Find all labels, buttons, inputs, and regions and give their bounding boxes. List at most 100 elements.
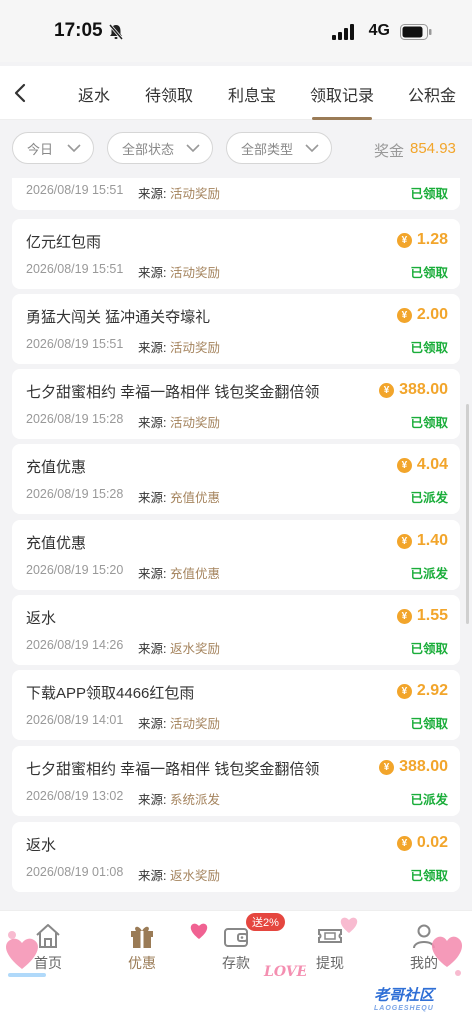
watermark-subtext: LAOGESHEQU — [374, 1005, 434, 1012]
record-card: 七夕甜蜜相约 幸福一路相伴 钱包奖金翻倍领 ¥388.00 2026/08/19… — [12, 746, 460, 816]
type-filter-label: 全部类型 — [241, 141, 294, 157]
back-arrow-icon[interactable] — [10, 81, 32, 105]
record-source-label: 来源: — [138, 642, 167, 656]
deposit-badge: 送2% — [246, 913, 285, 931]
record-title: 充值优惠 — [26, 535, 87, 552]
svg-text:LOVE: LOVE — [263, 964, 306, 980]
network-type: 4G — [368, 22, 390, 39]
record-source-label: 来源: — [138, 567, 167, 581]
record-date: 2026/08/19 15:51 — [26, 262, 124, 276]
watermark-logo: 老哥社区 LAOGESHEQU — [374, 984, 434, 1012]
record-status: 已领取 — [410, 717, 448, 731]
record-source-label: 来源: — [138, 266, 167, 280]
tab-pending[interactable]: 待领取 — [145, 82, 193, 106]
record-amount: ¥0.02 — [396, 834, 448, 852]
record-amount-value: 0.02 — [416, 834, 448, 851]
heart-decoration-icon — [6, 931, 46, 977]
watermark-text: 老哥社区 — [374, 987, 435, 1004]
record-card: 充值优惠 ¥4.04 2026/08/19 15:28 来源: 充值优惠 已派发 — [12, 444, 460, 514]
record-amount-value: 388.00 — [399, 381, 448, 398]
record-date: 2026/08/19 15:51 — [26, 337, 124, 351]
record-status: 已派发 — [410, 491, 448, 505]
status-filter[interactable]: 全部状态 — [107, 132, 213, 164]
filter-bar: 今日 全部状态 全部类型 奖金 854.93 — [0, 120, 472, 178]
record-title: 充值优惠 — [26, 459, 87, 476]
love-sticker-icon: LOVE — [263, 964, 306, 980]
record-status: 已领取 — [410, 642, 448, 656]
record-card: 充值优惠 ¥1.40 2026/08/19 15:20 来源: 充值优惠 已派发 — [12, 520, 460, 590]
record-source: 充值优惠 — [170, 491, 221, 505]
bonus-label: 奖金 — [374, 143, 405, 160]
record-source-label: 来源: — [138, 341, 167, 355]
record-date: 2026/08/19 15:51 — [26, 183, 124, 197]
record-status: 已领取 — [410, 187, 448, 201]
coin-icon: ¥ — [379, 382, 395, 398]
record-card: 返水 ¥0.02 2026/08/19 01:08 来源: 返水奖励 已领取 — [12, 822, 460, 892]
record-title: 亿元红包雨 — [26, 234, 102, 251]
record-status: 已领取 — [410, 266, 448, 280]
nav-withdraw-label: 提现 — [316, 955, 344, 971]
record-card: 返水 ¥1.55 2026/08/19 14:26 来源: 返水奖励 已领取 — [12, 595, 460, 665]
tab-rebate[interactable]: 返水 — [78, 82, 110, 106]
record-date: 2026/08/19 15:28 — [26, 487, 124, 501]
record-date: 2026/08/19 01:08 — [26, 865, 124, 879]
coin-icon: ¥ — [396, 307, 412, 323]
record-source: 返水奖励 — [170, 869, 221, 883]
record-source: 活动奖励 — [170, 416, 221, 430]
record-source: 活动奖励 — [170, 717, 221, 731]
record-date: 2026/08/19 14:01 — [26, 713, 124, 727]
record-status: 已领取 — [410, 869, 448, 883]
record-card: 勇猛大闯关 猛冲通关夺壕礼 ¥2.00 2026/08/19 15:51 来源:… — [12, 294, 460, 364]
status-bar: 17:05 4G — [0, 0, 472, 62]
scrollbar[interactable] — [466, 404, 469, 624]
tab-interest[interactable]: 利息宝 — [228, 82, 276, 106]
tab-claim-records[interactable]: 领取记录 — [310, 82, 374, 106]
record-amount: ¥2.92 — [396, 682, 448, 700]
record-amount-value: 2.00 — [416, 306, 448, 323]
date-filter[interactable]: 今日 — [12, 132, 94, 164]
record-source: 活动奖励 — [170, 341, 221, 355]
record-source-label: 来源: — [138, 793, 167, 807]
record-date: 2026/08/19 13:02 — [26, 789, 124, 803]
nav-promo[interactable]: 优惠 — [112, 921, 172, 973]
record-status: 已领取 — [410, 416, 448, 430]
record-card: 2026/08/19 15:51 来源: 活动奖励 已领取 — [12, 178, 460, 210]
record-amount-value: 4.04 — [416, 456, 448, 473]
nav-promo-label: 优惠 — [128, 955, 156, 971]
record-title: 下载APP领取4466红包雨 — [26, 685, 195, 702]
record-card: 七夕甜蜜相约 幸福一路相伴 钱包奖金翻倍领 ¥388.00 2026/08/19… — [12, 369, 460, 439]
record-amount-value: 388.00 — [399, 758, 448, 775]
coin-icon: ¥ — [396, 232, 412, 248]
record-amount: ¥1.28 — [396, 231, 448, 249]
record-title: 返水 — [26, 610, 57, 627]
record-source: 系统派发 — [170, 793, 221, 807]
record-source-label: 来源: — [138, 869, 167, 883]
coin-icon: ¥ — [396, 457, 412, 473]
record-card: 下载APP领取4466红包雨 ¥2.92 2026/08/19 14:01 来源… — [12, 670, 460, 740]
chevron-down-icon — [67, 144, 81, 153]
coin-icon: ¥ — [396, 683, 412, 699]
record-source-label: 来源: — [138, 717, 167, 731]
record-amount-value: 2.92 — [416, 682, 448, 699]
record-amount: ¥1.55 — [396, 607, 448, 625]
tab-bar: 返水 待领取 利息宝 领取记录 公积金 — [0, 66, 472, 120]
coin-icon: ¥ — [396, 835, 412, 851]
record-amount-value: 1.28 — [416, 231, 448, 248]
record-card: 亿元红包雨 ¥1.28 2026/08/19 15:51 来源: 活动奖励 已领… — [12, 219, 460, 289]
record-amount-value: 1.40 — [416, 532, 448, 549]
tab-fund[interactable]: 公积金 — [408, 82, 456, 106]
record-amount: ¥388.00 — [379, 381, 448, 399]
bonus-value: 854.93 — [410, 140, 456, 157]
records-list[interactable]: 2026/08/19 15:51 来源: 活动奖励 已领取 亿元红包雨 ¥1.2… — [0, 178, 472, 910]
record-source: 活动奖励 — [170, 187, 221, 201]
type-filter[interactable]: 全部类型 — [226, 132, 332, 164]
heart-decoration-icon — [340, 917, 358, 933]
record-amount-value: 1.55 — [416, 607, 448, 624]
gift-icon — [131, 926, 153, 948]
status-filter-label: 全部状态 — [122, 141, 175, 157]
record-title: 勇猛大闯关 猛冲通关夺壕礼 — [26, 309, 211, 326]
record-source: 活动奖励 — [170, 266, 221, 280]
chevron-down-icon — [305, 144, 319, 153]
record-source-label: 来源: — [138, 416, 167, 430]
record-amount: ¥2.00 — [396, 306, 448, 324]
